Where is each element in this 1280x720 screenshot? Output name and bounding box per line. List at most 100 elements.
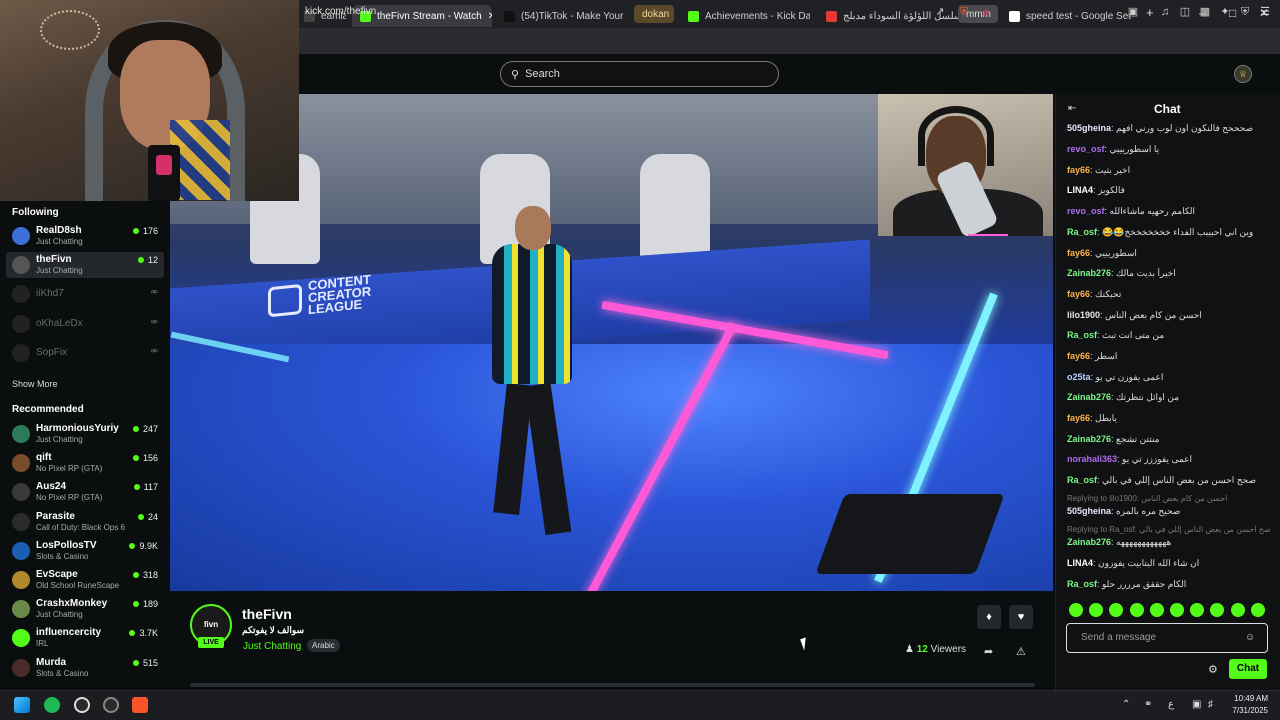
quick-emote-icon[interactable] — [1250, 603, 1265, 617]
spotify-icon[interactable] — [44, 697, 60, 713]
share-icon[interactable]: ➦ — [984, 645, 993, 658]
app-icon[interactable] — [103, 697, 119, 713]
music-icon[interactable]: ♫ — [1158, 5, 1172, 19]
sidebar-channel-influencercity[interactable]: influencercity IRL 3.7K — [6, 625, 164, 651]
brave-shield-icon[interactable]: ⛨ — [957, 5, 971, 19]
chat-username[interactable]: revo_osf — [1067, 206, 1105, 216]
wallet-icon[interactable]: ▩ — [1198, 5, 1212, 19]
chat-username[interactable]: lilo1900 — [1067, 310, 1100, 320]
browser-tab[interactable]: (54)TikTok - Make Your Day — [496, 5, 626, 27]
tab-favicon-icon — [504, 10, 515, 22]
new-tab-button[interactable]: + — [1146, 5, 1154, 20]
follow-heart-icon[interactable]: ♥ — [1009, 605, 1033, 629]
quick-emote-icon[interactable] — [1230, 603, 1245, 617]
vpn-icon[interactable]: ⛨ — [1238, 5, 1252, 19]
reader-icon[interactable]: ◫ — [1178, 5, 1192, 19]
sidebar-channel-crashxmonkey[interactable]: CrashxMonkey Just Chatting 189 — [6, 596, 164, 622]
chat-username[interactable]: Ra_osf — [1067, 475, 1097, 485]
brave-rewards-icon[interactable]: ▲ — [979, 5, 993, 19]
collapse-chat-icon[interactable]: ⇤ — [1068, 103, 1076, 114]
share-icon[interactable]: ↗ — [933, 5, 947, 19]
channel-name: EvScape — [36, 569, 78, 580]
sidebar-channel-sopfix[interactable]: SopFix ⚮ — [6, 340, 164, 366]
show-more-link[interactable]: Show More — [12, 379, 58, 389]
chat-username[interactable]: Zainab276 — [1067, 537, 1111, 547]
browser-tab[interactable]: speed test - Google Search — [1001, 5, 1131, 27]
chat-username[interactable]: LINA4 — [1067, 558, 1093, 568]
sidebar-toggle-icon[interactable]: ▣ — [1126, 5, 1140, 19]
sidebar-channel-murda[interactable]: Murda Slots & Casino 515 — [6, 655, 164, 681]
emoji-picker-icon[interactable]: ☺ — [1245, 632, 1255, 643]
streamer-name[interactable]: theFivn — [242, 606, 292, 622]
chat-text: يا اسطوريييي — [1109, 144, 1160, 154]
brave-browser-icon[interactable] — [132, 697, 148, 713]
obs-icon[interactable] — [74, 697, 90, 713]
chat-username[interactable]: 505gheina — [1067, 123, 1111, 133]
quick-emote-icon[interactable] — [1170, 603, 1184, 617]
channel-category: IRL — [36, 639, 49, 649]
offline-icon: ⚮ — [150, 287, 158, 298]
user-avatar[interactable]: ♕ — [1234, 65, 1252, 83]
keyboard-language[interactable]: ع — [1168, 699, 1174, 710]
chat-message-input[interactable]: Send a message — [1066, 623, 1268, 653]
sidebar-channel-reald8sh[interactable]: RealD8sh Just Chatting 176 — [6, 223, 164, 249]
language-tag[interactable]: Arabic — [307, 639, 340, 652]
chat-username[interactable]: fay66 — [1067, 351, 1090, 361]
volume-icon[interactable]: ♯ — [1208, 699, 1213, 710]
page-scrollbar[interactable] — [190, 683, 1035, 687]
chat-settings-gear-icon[interactable]: ⚙ — [1208, 663, 1218, 676]
sidebar-channel-iikhd7[interactable]: iiKhd7 ⚮ — [6, 281, 164, 307]
chat-username[interactable]: Zainab276 — [1067, 268, 1111, 278]
channel-avatar — [12, 256, 30, 275]
close-tab-icon[interactable]: ✕ — [488, 11, 492, 22]
url-field[interactable]: kick.com/thefivn — [305, 6, 376, 17]
system-clock[interactable]: 10:49 AM 7/31/2025 — [1222, 693, 1268, 717]
chat-reply-reference[interactable]: Replying to lilo1900: احسن من كام بعض ال… — [1067, 494, 1272, 503]
network-icon[interactable]: ▣ — [1192, 699, 1201, 710]
quick-emote-icon[interactable] — [1069, 603, 1083, 617]
channel-avatar — [12, 454, 30, 473]
chat-reply-reference[interactable]: Replying to Ra_osf: صح احسن من بعض الناس… — [1067, 525, 1272, 534]
sidebar-channel-evscape[interactable]: EvScape Old School RuneScape 318 — [6, 567, 164, 593]
microphone-icon[interactable]: ⚭ — [1144, 699, 1152, 710]
browser-tab[interactable]: dokan — [634, 5, 674, 23]
channel-avatar — [12, 629, 30, 648]
chat-username[interactable]: norahali363 — [1067, 454, 1117, 464]
notification-bell-icon[interactable]: ♦ — [977, 605, 1001, 629]
quick-emote-icon[interactable] — [1149, 603, 1164, 617]
channel-avatar — [12, 314, 30, 333]
chat-username[interactable]: Zainab276 — [1067, 392, 1111, 402]
stream-category[interactable]: Just Chatting — [243, 641, 301, 652]
chat-username[interactable]: LINA4 — [1067, 185, 1093, 195]
chat-username[interactable]: 505gheina — [1067, 506, 1111, 516]
quick-emote-icon[interactable] — [1129, 603, 1144, 617]
sidebar-channel-harmoniousyuriy[interactable]: HarmoniousYuriy Just Chatting 247 — [6, 421, 164, 447]
browser-tab[interactable]: Achievements - Kick Dashboard — [680, 5, 810, 27]
chat-username[interactable]: fay66 — [1067, 289, 1090, 299]
report-icon[interactable]: ⚠ — [1016, 645, 1026, 658]
chat-username[interactable]: Ra_osf — [1067, 579, 1097, 589]
chat-username[interactable]: Ra_osf — [1067, 227, 1097, 237]
chat-username[interactable]: fay66 — [1067, 248, 1090, 258]
chat-username[interactable]: revo_osf — [1067, 144, 1105, 154]
search-bar[interactable]: ⚲ Search — [500, 61, 779, 87]
sidebar-channel-okhaledx[interactable]: oKhaLeDx ⚮ — [6, 311, 164, 337]
channel-category: No Pixel RP (GTA) — [36, 464, 103, 474]
sidebar-channel-thefivn[interactable]: theFivn Just Chatting 12 — [6, 252, 164, 279]
sidebar-channel-qift[interactable]: qift No Pixel RP (GTA) 156 — [6, 450, 164, 476]
live-dot-icon — [133, 484, 140, 491]
chat-username[interactable]: Ra_osf — [1067, 330, 1097, 340]
chat-username[interactable]: fay66 — [1067, 413, 1090, 423]
sidebar-channel-aus24[interactable]: Aus24 No Pixel RP (GTA) 117 — [6, 479, 164, 505]
channel-category: Just Chatting — [36, 237, 83, 246]
chat-username[interactable]: o25ta — [1067, 372, 1091, 382]
leo-icon[interactable]: ✦ — [1218, 5, 1232, 19]
chat-username[interactable]: fay66 — [1067, 165, 1090, 175]
chat-username[interactable]: Zainab276 — [1067, 434, 1111, 444]
tray-expand-icon[interactable]: ⌃ — [1122, 699, 1130, 710]
menu-icon[interactable]: ☰ — [1258, 5, 1272, 19]
sidebar-channel-lospollostv[interactable]: LosPollosTV Slots & Casino 9.9K — [6, 538, 164, 564]
send-chat-button[interactable]: Chat — [1229, 659, 1267, 679]
windows-start-icon[interactable] — [14, 697, 30, 713]
sidebar-channel-parasite[interactable]: Parasite Call of Duty: Black Ops 6 24 — [6, 509, 164, 535]
